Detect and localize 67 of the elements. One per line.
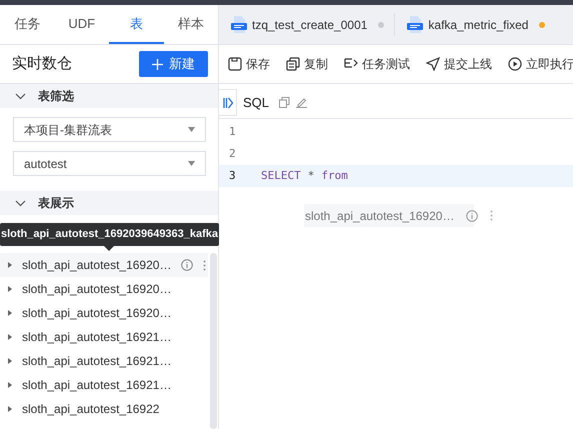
tooltip-arrow-icon: [104, 246, 114, 251]
tab[interactable]: UDF: [54, 5, 109, 44]
sql-file-icon: [407, 16, 424, 33]
play-icon: [508, 57, 522, 71]
panel-title: 实时数仓: [12, 54, 72, 74]
tab[interactable]: 表: [109, 5, 164, 44]
expand-arrow-icon[interactable]: [8, 310, 12, 316]
toolbar-button[interactable]: 任务测试: [344, 55, 410, 73]
table-name: sloth_api_autotest_16921…: [22, 377, 172, 394]
line-number: 3: [228, 168, 237, 184]
table-item[interactable]: sloth_api_autotest_16922: [0, 397, 208, 421]
tab[interactable]: 样本: [164, 5, 218, 44]
code-token: *: [308, 168, 314, 184]
table-name: sloth_api_autotest_16920…: [22, 281, 172, 298]
expand-arrow-icon[interactable]: [8, 262, 12, 268]
select-field[interactable]: 本项目-集群流表: [13, 117, 206, 142]
line-number: 1: [228, 124, 237, 140]
chevron-down-icon: [15, 200, 26, 206]
scrollbar[interactable]: [210, 253, 217, 429]
expand-arrow-icon[interactable]: [8, 358, 12, 364]
chevron-down-icon: [15, 92, 26, 100]
table-name: sloth_api_autotest_16920…: [22, 305, 172, 322]
table-name: sloth_api_autotest_16921…: [22, 329, 172, 346]
table-item[interactable]: sloth_api_autotest_16921…: [0, 325, 208, 349]
tab[interactable]: 任务: [0, 5, 54, 44]
copy-icon[interactable]: [279, 97, 290, 108]
table-name: sloth_api_autotest_16921…: [22, 353, 172, 370]
table-item[interactable]: sloth_api_autotest_16920…: [0, 253, 208, 277]
more-icon[interactable]: [203, 260, 206, 270]
table-name: sloth_api_autotest_16920…: [22, 257, 172, 274]
table-item[interactable]: sloth_api_autotest_16920…: [0, 301, 208, 325]
expand-arrow-icon[interactable]: [8, 286, 12, 292]
expand-arrow-icon[interactable]: [8, 334, 12, 340]
select-field[interactable]: autotest: [13, 151, 206, 176]
copy-icon: [286, 57, 300, 71]
code-token: SELECT: [261, 168, 301, 184]
table-item[interactable]: sloth_api_autotest_16921…: [0, 349, 208, 373]
sql-label: SQL: [243, 94, 270, 112]
filter-section-header[interactable]: 表筛选: [0, 84, 218, 108]
line-number: 2: [228, 146, 237, 162]
table-name: sloth_api_autotest_16922: [22, 401, 160, 418]
expand-panel-button[interactable]: [219, 89, 237, 116]
sql-file-icon: [231, 16, 247, 33]
editor-tab[interactable]: tzq_test_create_0001: [219, 13, 396, 36]
plus-icon: [152, 58, 163, 70]
toolbar-button[interactable]: 保存: [228, 55, 270, 73]
toolbar-button[interactable]: 提交上线: [426, 55, 492, 73]
info-icon[interactable]: [181, 259, 194, 271]
code-token: from: [321, 168, 348, 184]
display-section-header[interactable]: 表展示: [0, 191, 218, 215]
table-item[interactable]: sloth_api_autotest_16921…: [0, 373, 208, 397]
new-button[interactable]: 新建: [139, 51, 208, 77]
toolbar-button[interactable]: 复制: [286, 55, 328, 73]
expand-arrow-icon[interactable]: [8, 382, 12, 388]
collapse-icon: [222, 96, 232, 108]
editor-tab[interactable]: kafka_metric_fixed: [395, 13, 556, 36]
info-icon: [466, 210, 478, 222]
table-item[interactable]: sloth_api_autotest_16920…: [0, 277, 208, 301]
send-icon: [426, 57, 440, 71]
dropdown-icon: [188, 127, 195, 132]
edit-icon[interactable]: [296, 97, 308, 108]
table-name: sloth_api_autotest_16920…: [305, 208, 454, 224]
tooltip: sloth_api_autotest_1692039649363_kafka: [0, 223, 219, 246]
expand-arrow-icon[interactable]: [8, 406, 12, 412]
dropdown-icon: [188, 161, 195, 166]
save-icon: [228, 57, 242, 71]
more-icon: [490, 210, 494, 221]
